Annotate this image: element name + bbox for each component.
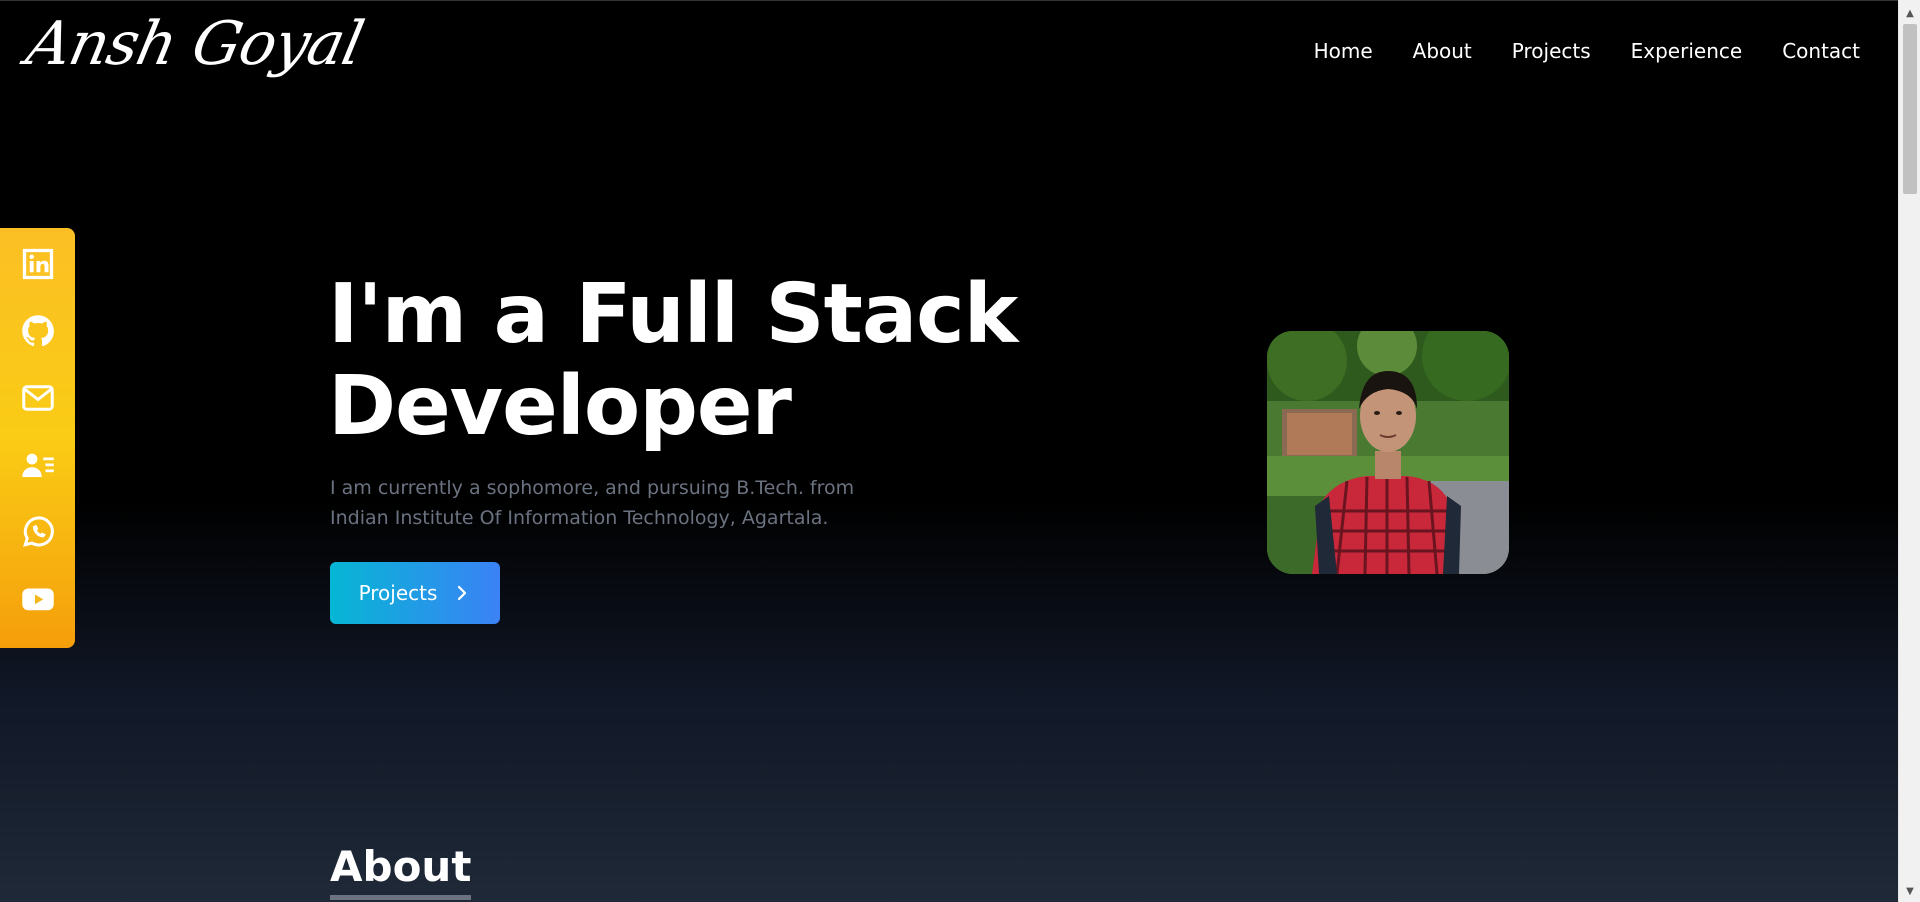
site-logo[interactable]: Ansh Goyal	[21, 9, 369, 79]
youtube-icon	[21, 588, 54, 611]
projects-button-label: Projects	[358, 581, 438, 605]
scrollbar-thumb[interactable]	[1903, 24, 1917, 194]
github-icon	[21, 315, 54, 346]
nav-home[interactable]: Home	[1314, 39, 1373, 63]
hero-description-line-1: I am currently a sophomore, and pursuing…	[330, 477, 855, 499]
mail-link[interactable]	[18, 379, 58, 416]
github-link[interactable]	[18, 312, 58, 349]
youtube-link[interactable]	[18, 581, 58, 618]
about-section-heading: About	[330, 843, 472, 900]
nav-experience[interactable]: Experience	[1631, 39, 1743, 63]
scroll-up-arrow-icon[interactable]: ▲	[1899, 4, 1920, 22]
hero-description-line-2: Indian Institute Of Information Technolo…	[330, 507, 829, 529]
whatsapp-link[interactable]	[18, 514, 58, 551]
page-scrollbar[interactable]: ▲ ▼	[1898, 0, 1920, 902]
hero-title-line-2: Developer	[328, 359, 792, 454]
page: Ansh Goyal Home About Projects Experienc…	[0, 0, 1898, 902]
chevron-right-icon	[458, 585, 467, 601]
hero-title: I'm a Full Stack Developer	[328, 269, 1048, 453]
mail-icon	[21, 385, 54, 411]
main-nav: Home About Projects Experience Contact	[1314, 39, 1860, 63]
nav-projects[interactable]: Projects	[1512, 39, 1591, 63]
nav-contact[interactable]: Contact	[1782, 39, 1860, 63]
scroll-down-arrow-icon[interactable]: ▼	[1899, 882, 1920, 900]
resume-link[interactable]	[18, 447, 58, 484]
profile-photo	[1267, 331, 1509, 574]
projects-button[interactable]: Projects	[330, 562, 500, 624]
resume-icon	[21, 453, 54, 478]
social-links-bar	[0, 228, 75, 648]
linkedin-icon	[22, 248, 53, 279]
hero-title-line-1: I'm a Full Stack	[328, 267, 1018, 362]
linkedin-link[interactable]	[18, 245, 58, 282]
nav-about[interactable]: About	[1413, 39, 1472, 63]
whatsapp-icon	[22, 516, 54, 548]
hero-description: I am currently a sophomore, and pursuing…	[330, 473, 890, 533]
